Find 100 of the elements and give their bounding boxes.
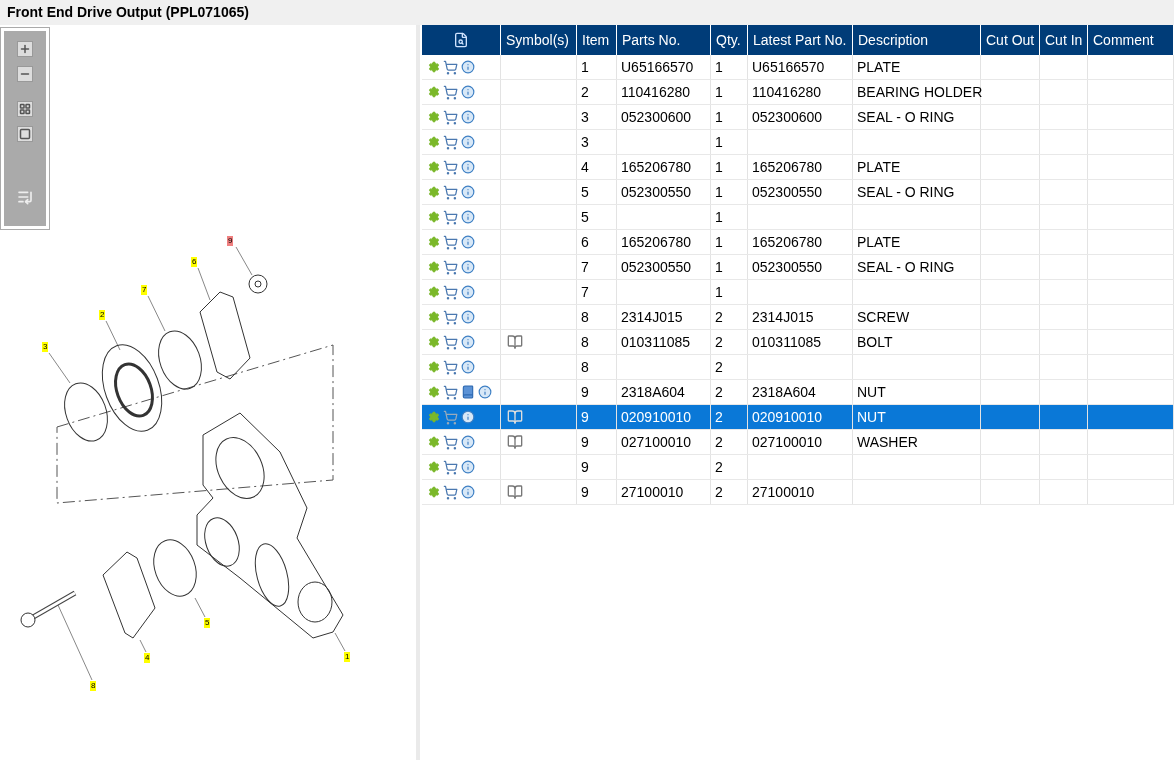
info-icon[interactable] [461,260,475,274]
cart-icon[interactable] [443,284,458,300]
table-row[interactable]: 6 165206780 1 165206780 PLATE [422,230,1174,255]
item-cell: 8 [577,355,617,379]
gear-icon[interactable] [428,361,440,373]
cart-icon[interactable] [443,209,458,225]
latest-part-number-cell: 052300600 [748,105,853,129]
callout-label[interactable]: 2 [99,310,106,320]
gear-icon[interactable] [428,61,440,73]
cart-icon[interactable] [443,259,458,275]
gear-icon[interactable] [428,211,440,223]
part-number-cell: 2314J015 [617,305,711,329]
gear-icon[interactable] [428,386,440,398]
info-icon[interactable] [461,110,475,124]
book-search-icon[interactable] [507,484,523,500]
table-row[interactable]: 5 052300550 1 052300550 SEAL - O RING [422,180,1174,205]
callout-label[interactable]: 9 [227,236,234,246]
cart-icon[interactable] [443,459,458,475]
table-row[interactable]: 2 110416280 1 110416280 BEARING HOLDER [422,80,1174,105]
table-row[interactable]: 1 U65166570 1 U65166570 PLATE [422,55,1174,80]
gear-icon[interactable] [428,486,440,498]
part-number-cell: U65166570 [617,55,711,79]
book-icon[interactable] [461,385,475,399]
fit-all-button[interactable] [17,101,33,117]
book-search-icon[interactable] [507,334,523,350]
callout-label[interactable]: 5 [204,618,211,628]
search-icon[interactable] [453,32,469,48]
cart-icon[interactable] [443,484,458,500]
cart-icon[interactable] [443,309,458,325]
cart-icon[interactable] [443,134,458,150]
cart-icon[interactable] [443,384,458,400]
table-row[interactable]: 9 020910010 2 020910010 NUT [422,405,1174,430]
cart-icon[interactable] [443,109,458,125]
info-icon[interactable] [461,360,475,374]
latest-part-number-cell: 052300550 [748,255,853,279]
table-row[interactable]: 9 27100010 2 27100010 [422,480,1174,505]
cart-icon[interactable] [443,234,458,250]
info-icon[interactable] [461,285,475,299]
item-cell: 2 [577,80,617,104]
cart-icon[interactable] [443,84,458,100]
info-icon[interactable] [461,410,475,424]
table-row[interactable]: 3 052300600 1 052300600 SEAL - O RING [422,105,1174,130]
table-row[interactable]: 8 2314J015 2 2314J015 SCREW [422,305,1174,330]
info-icon[interactable] [461,135,475,149]
info-icon[interactable] [461,435,475,449]
latest-part-number-cell: 165206780 [748,155,853,179]
info-icon[interactable] [461,60,475,74]
gear-icon[interactable] [428,436,440,448]
callout-label[interactable]: 4 [144,653,151,663]
callout-label[interactable]: 7 [141,285,148,295]
info-icon[interactable] [461,235,475,249]
table-row[interactable]: 7 1 [422,280,1174,305]
quantity-cell: 1 [711,105,748,129]
table-row[interactable]: 7 052300550 1 052300550 SEAL - O RING [422,255,1174,280]
window-title: Front End Drive Output (PPL071065) [7,3,249,22]
cart-icon[interactable] [443,59,458,75]
table-row[interactable]: 9 2318A604 2 2318A604 NUT [422,380,1174,405]
table-row[interactable]: 9 2 [422,455,1174,480]
table-row[interactable]: 8 2 [422,355,1174,380]
zoom-out-button[interactable] [17,66,33,82]
gear-icon[interactable] [428,111,440,123]
cart-icon[interactable] [443,334,458,350]
book-search-icon[interactable] [507,434,523,450]
cart-icon[interactable] [443,159,458,175]
fit-window-button[interactable] [17,126,33,142]
callout-label[interactable]: 6 [191,257,198,267]
gear-icon[interactable] [428,161,440,173]
zoom-in-button[interactable] [17,41,33,57]
callout-label[interactable]: 3 [42,342,49,352]
gear-icon[interactable] [428,136,440,148]
item-cell: 9 [577,380,617,404]
table-row[interactable]: 8 010311085 2 010311085 BOLT [422,330,1174,355]
gear-icon[interactable] [428,336,440,348]
info-icon[interactable] [461,210,475,224]
gear-icon[interactable] [428,286,440,298]
callout-label[interactable]: 8 [90,681,97,691]
table-row[interactable]: 5 1 [422,205,1174,230]
info-icon[interactable] [461,310,475,324]
cart-icon[interactable] [443,184,458,200]
info-icon[interactable] [461,485,475,499]
gear-icon[interactable] [428,311,440,323]
info-icon[interactable] [461,85,475,99]
info-icon[interactable] [461,460,475,474]
callout-label[interactable]: 1 [344,652,351,662]
info-icon[interactable] [461,185,475,199]
gear-icon[interactable] [428,186,440,198]
table-row[interactable]: 3 1 [422,130,1174,155]
item-cell: 4 [577,155,617,179]
info-icon[interactable] [461,160,475,174]
info-icon[interactable] [478,385,492,399]
table-row[interactable]: 9 027100010 2 027100010 WASHER [422,430,1174,455]
gear-icon[interactable] [428,261,440,273]
table-row[interactable]: 4 165206780 1 165206780 PLATE [422,155,1174,180]
info-icon[interactable] [461,335,475,349]
quantity-cell: 1 [711,180,748,204]
gear-icon[interactable] [428,236,440,248]
gear-icon[interactable] [428,86,440,98]
gear-icon[interactable] [428,461,440,473]
cart-icon[interactable] [443,434,458,450]
cart-icon[interactable] [443,359,458,375]
